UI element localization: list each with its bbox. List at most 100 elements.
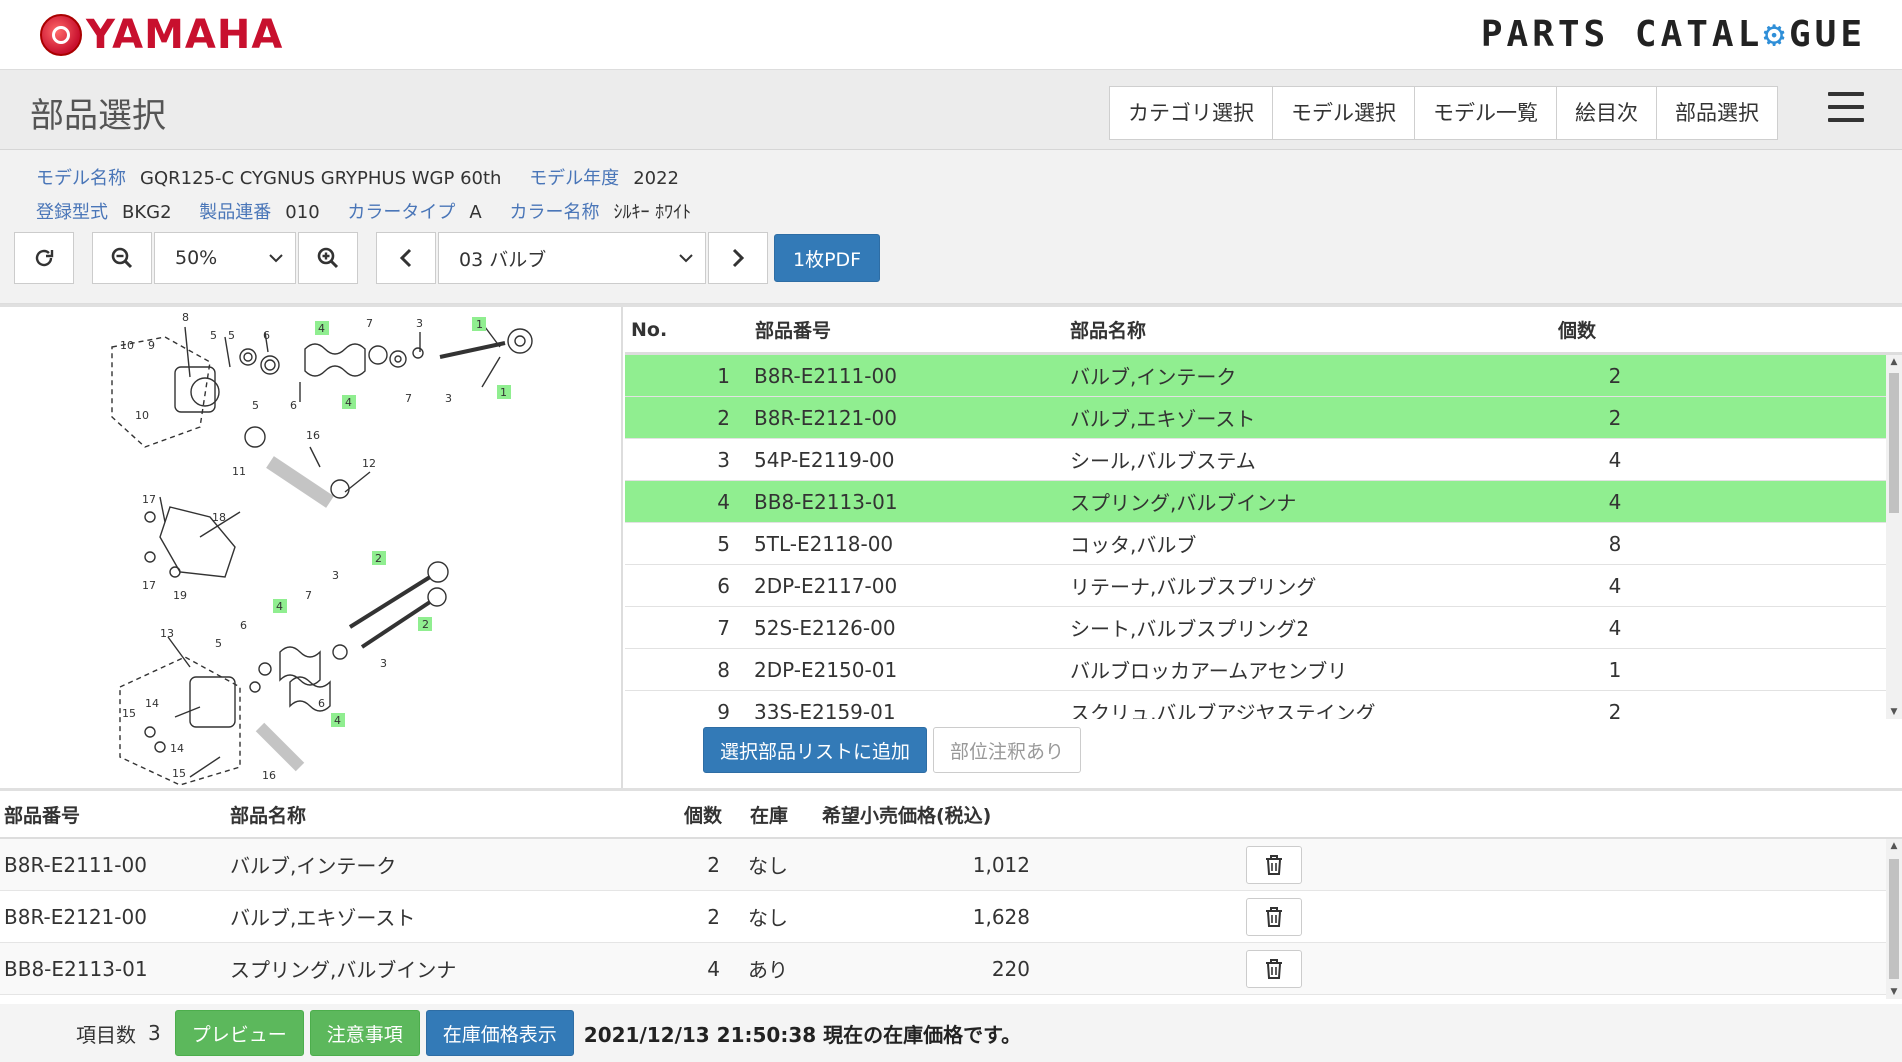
selected-list-header: 部品番号 部品名称 個数 在庫 希望小売価格(税込) [0,791,1902,839]
add-to-selected-list-button[interactable]: 選択部品リストに追加 [703,727,928,773]
table-row[interactable]: 7 52S-E2126-00 シート,バルブスプリング2 4 [625,607,1886,649]
callout-label: 4 [276,600,283,613]
preview-button[interactable]: プレビュー [174,1010,304,1056]
callout-label: 1 [476,318,483,331]
row-qty: 2 [1608,405,1622,430]
nav-tabs: カテゴリ選択 モデル選択 モデル一覧 絵目次 部品選択 [1109,86,1778,140]
callout-label: 2 [422,618,429,631]
item-qty: 2 [707,904,720,929]
callout-label: 7 [366,317,373,330]
next-figure-button[interactable] [708,232,768,284]
row-part-name: バルブ,インテーク [1070,365,1237,389]
item-price: 1,628 [972,904,1030,929]
parts-diagram-pane[interactable]: 8 10 9 5 5 6 4 7 3 1 4 1 3 7 10 5 6 16 1… [0,307,623,791]
item-part-no: BB8-E2113-01 [4,956,148,981]
single-pdf-button[interactable]: 1枚PDF [774,234,881,282]
delete-item-button[interactable] [1246,845,1302,884]
header-price: 希望小売価格(税込) [822,804,992,827]
scroll-down-arrow-icon[interactable]: ▼ [1886,707,1902,717]
stock-price-button[interactable]: 在庫価格表示 [425,1010,574,1056]
zoom-out-icon [111,247,133,269]
callout-label: 14 [145,697,159,710]
callout-label: 3 [380,657,387,670]
selected-list-scrollbar[interactable]: ▲ ▼ [1886,839,1902,999]
table-row[interactable]: 6 2DP-E2117-00 リテーナ,バルブスプリング 4 [625,565,1886,607]
row-qty: 4 [1608,489,1622,514]
model-year-value: 2022 [633,168,679,189]
item-part-no: B8R-E2111-00 [4,852,147,877]
row-part-name: シート,バルブスプリング2 [1070,617,1310,641]
yamaha-logo[interactable]: YAMAHA [40,12,283,58]
delete-item-button[interactable] [1246,897,1302,936]
tab-model-select[interactable]: モデル選択 [1273,87,1415,139]
yamaha-emblem-icon [40,14,82,56]
callout-label: 15 [172,767,186,780]
callout-label: 7 [305,589,312,602]
table-row[interactable]: 3 54P-E2119-00 シール,バルブステム 4 [625,439,1886,481]
callout-label: 16 [262,769,276,782]
tab-picture-index[interactable]: 絵目次 [1557,87,1657,139]
row-qty: 4 [1608,573,1622,598]
callout-label: 5 [252,399,259,412]
list-item: BB8-E2113-01 スプリング,バルブインナ 4 あり 220 [0,943,1886,995]
diagram-toolbar: 50% 03 バルブ 1枚PDF [14,232,881,284]
zoom-out-button[interactable] [92,232,152,284]
selected-list-body: B8R-E2111-00 バルブ,インテーク 2 なし 1,012 B8R-E2… [0,839,1886,1005]
figure-select[interactable]: 03 バルブ [438,232,706,284]
header-bar: 部品選択 カテゴリ選択 モデル選択 モデル一覧 絵目次 部品選択 [0,70,1902,150]
callout-label: 6 [290,399,297,412]
list-item: B8R-E2111-00 バルブ,インテーク 2 なし 1,012 [0,839,1886,891]
scroll-up-arrow-icon[interactable]: ▲ [1886,357,1902,367]
item-stock: なし [748,854,788,878]
callout-label: 4 [345,396,352,409]
zoom-in-button[interactable] [298,232,358,284]
scroll-down-arrow-icon[interactable]: ▼ [1886,987,1902,997]
callout-label: 4 [318,322,325,335]
row-no: 8 [717,657,730,682]
notes-button[interactable]: 注意事項 [309,1010,420,1056]
table-row[interactable]: 1 B8R-E2111-00 バルブ,インテーク 2 [625,355,1886,397]
table-row[interactable]: 5 5TL-E2118-00 コッタ,バルブ 8 [625,523,1886,565]
model-name-value: GQR125-C CYGNUS GRYPHUS WGP 60th [140,168,502,189]
catalogue-text-a: PARTS CATAL [1480,14,1764,55]
callout-label: 17 [142,579,156,592]
parts-exploded-diagram[interactable]: 8 10 9 5 5 6 4 7 3 1 4 1 3 7 10 5 6 16 1… [0,307,620,787]
color-name-label: カラー名称 [509,202,600,223]
refresh-button[interactable] [14,232,74,284]
table-row[interactable]: 2 B8R-E2121-00 バルブ,エキゾースト 2 [625,397,1886,439]
tab-parts-select[interactable]: 部品選択 [1657,87,1777,139]
parts-table-scrollbar[interactable]: ▲ ▼ [1886,355,1902,719]
row-part-no: B8R-E2121-00 [754,405,897,430]
row-part-no: B8R-E2111-00 [754,363,897,388]
hamburger-menu-icon[interactable] [1828,92,1864,124]
scrollbar-thumb[interactable] [1889,859,1899,979]
header-part-name: 部品名称 [230,804,307,827]
callout-label: 3 [332,569,339,582]
stock-price-note: 2021/12/13 21:50:38 現在の在庫価格です。 [583,1022,1022,1047]
part-annotation-button[interactable]: 部位注釈あり [933,727,1082,773]
serial-value: 010 [285,202,320,223]
header-qty: 個数 [684,804,723,827]
scroll-up-arrow-icon[interactable]: ▲ [1886,841,1902,851]
delete-item-button[interactable] [1246,949,1302,988]
callout-label: 19 [173,589,187,602]
prev-figure-button[interactable] [376,232,436,284]
scrollbar-thumb[interactable] [1889,373,1899,513]
item-count-value: 3 [148,1021,161,1045]
tab-model-list[interactable]: モデル一覧 [1415,87,1557,139]
chevron-down-icon [269,254,283,263]
color-type-value: A [469,202,482,223]
model-info-line-1: モデル名称 GQR125-C CYGNUS GRYPHUS WGP 60th モデ… [36,164,701,190]
table-row[interactable]: 8 2DP-E2150-01 バルブロッカアームアセンブリ 1 [625,649,1886,691]
yamaha-logo-text: YAMAHA [86,12,284,58]
table-row[interactable]: 9 33S-E2159-01 スクリュ,バルブアジヤステイング 2 [625,691,1886,719]
chevron-left-icon [399,248,412,268]
row-part-no: BB8-E2113-01 [754,489,898,514]
zoom-select[interactable]: 50% [154,232,296,284]
callout-label: 17 [142,493,156,506]
item-count-label: 項目数 [76,1022,136,1047]
tab-category-select[interactable]: カテゴリ選択 [1110,87,1273,139]
item-stock: あり [748,958,788,982]
trash-icon [1266,906,1282,927]
table-row[interactable]: 4 BB8-E2113-01 スプリング,バルブインナ 4 [625,481,1886,523]
